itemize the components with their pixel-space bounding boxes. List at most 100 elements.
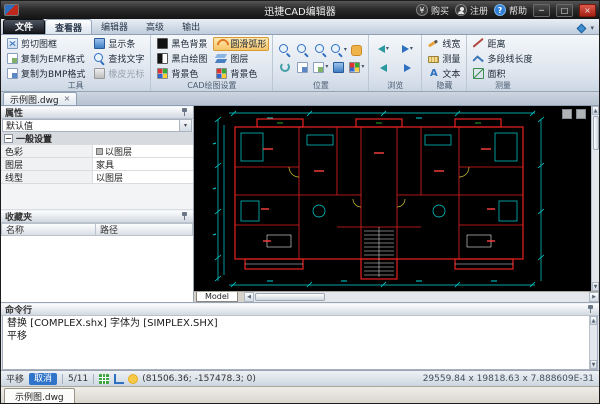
tab-viewer[interactable]: 查看器 [45, 19, 92, 34]
properties-section-row[interactable]: − 一般设置 [1, 132, 193, 145]
view-sheet-button[interactable] [294, 59, 311, 75]
favorites-list[interactable] [1, 236, 193, 302]
bw-drawing-button[interactable]: 黑白绘图 [154, 52, 210, 66]
style-icon[interactable] [577, 24, 587, 34]
model-tab[interactable]: Model [196, 292, 238, 302]
close-button[interactable]: × [579, 4, 596, 17]
zoom-out-button[interactable] [294, 42, 311, 58]
palette-icon [216, 68, 227, 79]
file-menu-button[interactable]: 文件 [3, 19, 45, 34]
polyline-length-button[interactable]: 多段线长度 [470, 52, 535, 66]
section-label: 一般设置 [16, 132, 52, 145]
buy-button[interactable]: ¥ 购买 [416, 4, 449, 17]
favorites-name-column[interactable]: 名称 [1, 223, 96, 236]
help-button[interactable]: ? 帮助 [494, 4, 527, 17]
document-tab[interactable]: 示例图.dwg × [3, 92, 77, 105]
background-color-button-2[interactable]: 背景色 [213, 67, 269, 81]
bottom-document-tab[interactable]: 示例图.dwg [4, 388, 75, 403]
ribbon-group-measure: 距离 多段线长度 面积 测量 [467, 35, 538, 91]
scroll-right-icon[interactable]: ▶ [589, 292, 599, 302]
layout-icon[interactable] [562, 109, 572, 119]
show-bar-button[interactable]: 显示条 [91, 37, 147, 51]
zoom-in-button[interactable] [276, 42, 293, 58]
favorites-path-column[interactable]: 路径 [96, 223, 193, 236]
preset-select[interactable]: 默认值 ▾ [2, 119, 192, 132]
area-icon [473, 68, 484, 79]
next-page-button[interactable] [396, 60, 418, 77]
scroll-track[interactable] [590, 325, 597, 360]
zoom-window-button[interactable] [312, 42, 329, 58]
cancel-button[interactable]: 取消 [29, 373, 57, 385]
property-name: 线型 [1, 171, 93, 183]
property-row-layer[interactable]: 图层 家具 [1, 158, 193, 171]
minimize-button[interactable]: ─ [533, 4, 550, 17]
black-background-button[interactable]: 黑色背景 [154, 37, 210, 51]
pin-icon[interactable] [181, 108, 188, 117]
cut-frame-button[interactable]: 剪切图框 [4, 37, 88, 51]
first-page-button[interactable]: ▾ [372, 41, 394, 58]
command-scrollbar[interactable]: ▲ ▼ [589, 316, 597, 369]
hide-text-button[interactable]: A 文本 [425, 67, 463, 81]
canvas-corner-icons [562, 109, 586, 119]
pan-button[interactable] [348, 42, 365, 58]
layers-button[interactable]: 图层 [213, 52, 269, 66]
property-value-text: 以图层 [105, 145, 132, 158]
prev-page-button[interactable] [372, 60, 394, 77]
close-document-icon[interactable]: × [64, 95, 71, 103]
command-history-line: 替换 [COMPLEX.shx] 字体为 [SIMPLEX.SHX] [7, 317, 585, 330]
scroll-up-icon[interactable]: ▲ [592, 106, 599, 115]
find-text-button[interactable]: 查找文字 [91, 52, 147, 66]
canvas-vertical-scrollbar[interactable]: ▲ ▼ [591, 106, 599, 291]
group-title-browse: 浏览 [372, 81, 418, 91]
help-icon: ? [494, 4, 506, 16]
property-row-linetype[interactable]: 线型 以图层 [1, 171, 193, 184]
zoom-window-icon [315, 44, 327, 56]
layout-icon[interactable] [576, 109, 586, 119]
main-area: 属性 默认值 ▾ − 一般设置 色彩 以图层 图层 家具 [1, 106, 599, 302]
drawing-canvas[interactable] [194, 106, 591, 291]
scroll-track[interactable] [592, 115, 599, 282]
last-page-button[interactable]: ▾ [396, 41, 418, 58]
tab-output[interactable]: 输出 [173, 19, 209, 34]
app-logo-icon[interactable] [4, 4, 19, 16]
smooth-arc-button[interactable]: 圆滑弧形 [213, 37, 269, 51]
copy-bmp-button[interactable]: 复制为BMP格式 [4, 67, 88, 81]
view-grid-button[interactable] [330, 59, 347, 75]
eraser-cursor-button[interactable]: 橡皮光标 [91, 67, 147, 81]
register-button[interactable]: 注册 [455, 4, 488, 17]
brightness-icon[interactable] [129, 375, 137, 383]
hide-measure-button[interactable]: 测量 [425, 52, 463, 66]
scroll-thumb[interactable] [593, 116, 599, 150]
rotate-view-button[interactable] [276, 59, 293, 75]
area-button[interactable]: 面积 [470, 67, 535, 81]
view-sheet-green-button[interactable]: ▾ [312, 59, 329, 75]
collapse-icon[interactable]: − [4, 134, 13, 143]
maximize-button[interactable]: □ [556, 4, 573, 17]
scroll-down-icon[interactable]: ▼ [592, 282, 599, 291]
command-history[interactable]: 替换 [COMPLEX.shx] 字体为 [SIMPLEX.SHX] 平移 ▲ … [2, 316, 598, 370]
distance-button[interactable]: 距离 [470, 37, 535, 51]
zoom-extents-button[interactable]: ▾ [330, 42, 347, 58]
tab-advanced[interactable]: 高级 [137, 19, 173, 34]
bar-icon [94, 38, 105, 49]
chevron-down-icon[interactable]: ▾ [179, 120, 191, 131]
pin-icon[interactable] [587, 305, 594, 314]
line-width-button[interactable]: 线宽 [425, 37, 463, 51]
text-a-icon: A [428, 68, 439, 79]
scroll-left-icon[interactable]: ◀ [244, 292, 254, 302]
canvas-horizontal-scrollbar[interactable]: ◀ ▶ [244, 292, 599, 302]
scroll-track[interactable] [254, 292, 589, 302]
grid-toggle-icon[interactable] [99, 374, 109, 384]
pin-icon[interactable] [181, 212, 188, 221]
scroll-up-icon[interactable]: ▲ [590, 316, 597, 325]
search-icon [94, 53, 105, 64]
view-options-button[interactable]: ▾ [348, 59, 365, 75]
axis-icon[interactable] [114, 374, 124, 384]
scroll-thumb[interactable] [255, 293, 325, 301]
chevron-down-icon[interactable]: ▾ [590, 25, 594, 32]
background-color-button[interactable]: 背景色 [154, 67, 210, 81]
tab-editor[interactable]: 编辑器 [92, 19, 137, 34]
copy-emf-button[interactable]: 复制为EMF格式 [4, 52, 88, 66]
property-row-color[interactable]: 色彩 以图层 [1, 145, 193, 158]
scroll-down-icon[interactable]: ▼ [590, 360, 597, 369]
